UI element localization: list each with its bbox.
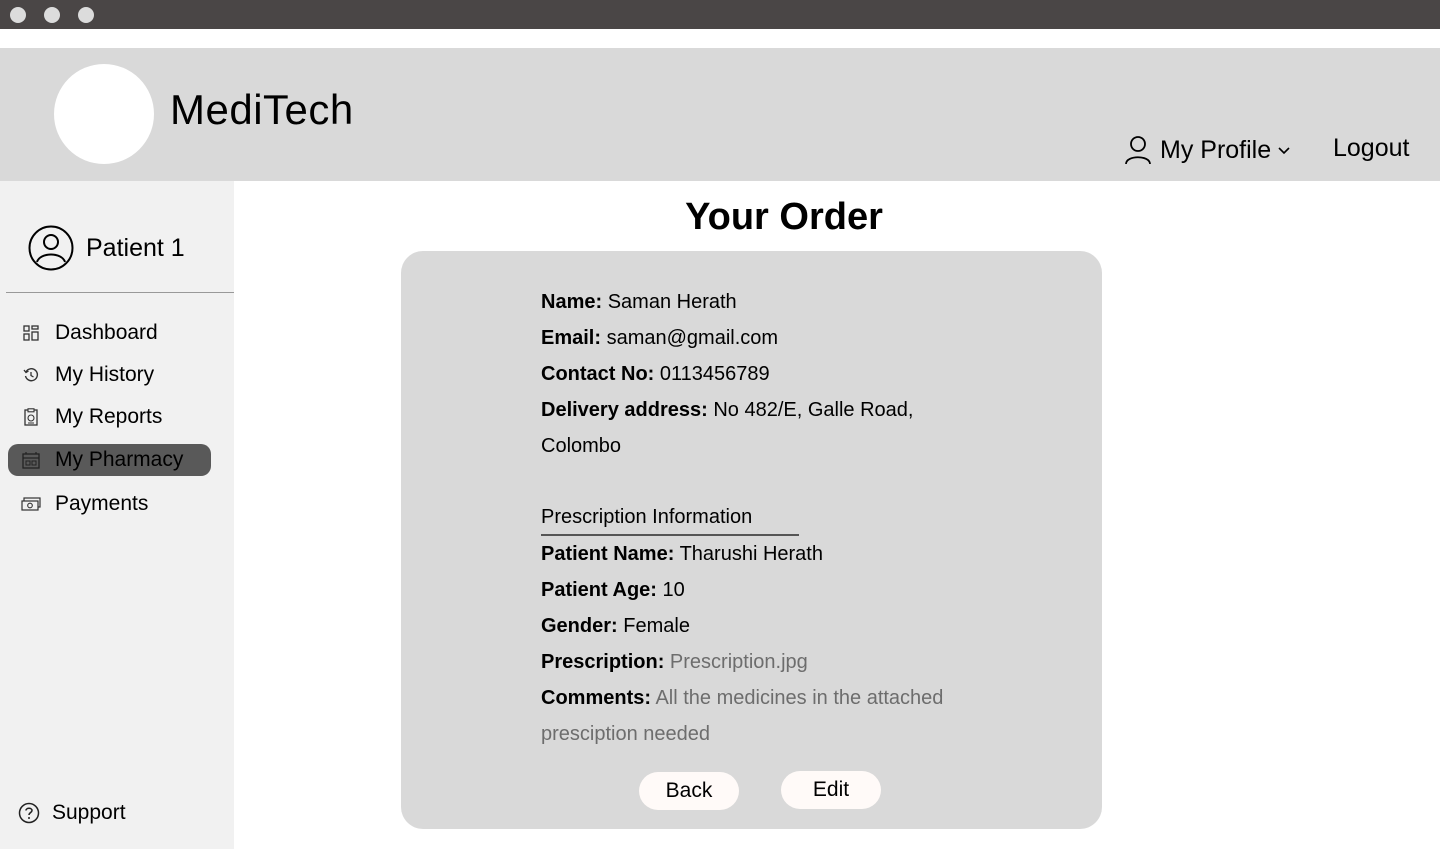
window-maximize-dot[interactable]	[78, 7, 94, 23]
my-profile-label: My Profile	[1160, 135, 1272, 164]
email-row: Email: saman@gmail.com	[541, 320, 1001, 356]
pharmacy-icon	[21, 450, 41, 470]
field-label: Patient Name:	[541, 543, 675, 565]
logo-placeholder	[54, 64, 154, 164]
field-value: saman@gmail.com	[606, 327, 779, 349]
field-value: presciption needed	[541, 723, 711, 745]
field-value: Female	[623, 615, 690, 637]
support-label: Support	[52, 801, 126, 824]
sidebar-item-my-history[interactable]: My History	[8, 359, 211, 391]
patient-age-row: Patient Age: 10	[541, 572, 1001, 608]
window-minimize-dot[interactable]	[44, 7, 60, 23]
brand-name: MediTech	[170, 86, 354, 133]
order-details: Name: Saman Herath Email: saman@gmail.co…	[541, 284, 1001, 752]
sidebar-item-label: Payments	[55, 492, 149, 515]
field-label: Delivery address:	[541, 399, 708, 421]
prescription-file-row: Prescription: Prescription.jpg	[541, 644, 1001, 680]
user-icon	[1125, 136, 1151, 165]
field-label: Email:	[541, 327, 602, 349]
field-value: All the medicines in the attached	[655, 687, 944, 709]
window-close-dot[interactable]	[10, 7, 26, 23]
sidebar-divider	[6, 292, 234, 293]
field-value: Tharushi Herath	[679, 543, 823, 565]
my-profile-menu[interactable]: My Profile	[1124, 134, 1299, 166]
logout-link[interactable]: Logout	[1333, 134, 1409, 163]
field-value: Saman Herath	[607, 291, 737, 313]
sidebar-item-dashboard[interactable]: Dashboard	[8, 317, 211, 349]
window-titlebar	[0, 0, 1440, 29]
field-label: Contact No:	[541, 363, 655, 385]
chevron-down-icon	[1278, 147, 1290, 155]
app-header: MediTech My Profile Logout	[0, 48, 1440, 181]
sidebar-item-label: My History	[55, 363, 155, 386]
field-label: Name:	[541, 291, 603, 313]
field-label: Prescription:	[541, 651, 665, 673]
sidebar-item-my-reports[interactable]: My Reports	[8, 401, 211, 433]
sidebar-item-payments[interactable]: Payments	[8, 488, 211, 520]
sidebar-item-label: My Reports	[55, 405, 163, 428]
field-value: 0113456789	[659, 363, 770, 385]
prescription-section-title: Prescription Information	[541, 500, 799, 536]
name-row: Name: Saman Herath	[541, 284, 1001, 320]
field-label: Gender:	[541, 615, 618, 637]
field-label: Patient Age:	[541, 579, 657, 601]
help-circle-icon	[18, 802, 40, 824]
comments-row: Comments: All the medicines in the attac…	[541, 680, 1001, 716]
order-card: Name: Saman Herath Email: saman@gmail.co…	[401, 251, 1102, 829]
sidebar: Patient 1 Dashboard My History My Report…	[0, 181, 234, 849]
support-link[interactable]: Support	[18, 801, 126, 825]
field-value: 10	[662, 579, 685, 601]
money-icon	[21, 494, 41, 514]
gender-row: Gender: Female	[541, 608, 1001, 644]
history-icon	[21, 365, 41, 385]
address-row: Delivery address: No 482/E, Galle Road,	[541, 392, 1001, 428]
sidebar-item-label: Dashboard	[55, 321, 158, 344]
patient-name-row: Patient Name: Tharushi Herath	[541, 536, 1001, 572]
sidebar-item-my-pharmacy[interactable]: My Pharmacy	[8, 444, 211, 476]
report-icon	[21, 407, 41, 427]
comments-row-cont: presciption needed	[541, 716, 1001, 752]
edit-button[interactable]: Edit	[781, 771, 881, 809]
dashboard-grid-icon	[21, 323, 41, 343]
back-button[interactable]: Back	[639, 772, 739, 810]
field-value: Colombo	[541, 435, 622, 457]
prescription-file-link[interactable]: Prescription.jpg	[670, 651, 808, 673]
field-label: Comments:	[541, 687, 652, 709]
sidebar-item-label: My Pharmacy	[55, 448, 184, 471]
page-title: Your Order	[685, 196, 883, 238]
field-value: No 482/E, Galle Road,	[713, 399, 914, 421]
contact-row: Contact No: 0113456789	[541, 356, 1001, 392]
address-row-cont: Colombo	[541, 428, 1001, 464]
